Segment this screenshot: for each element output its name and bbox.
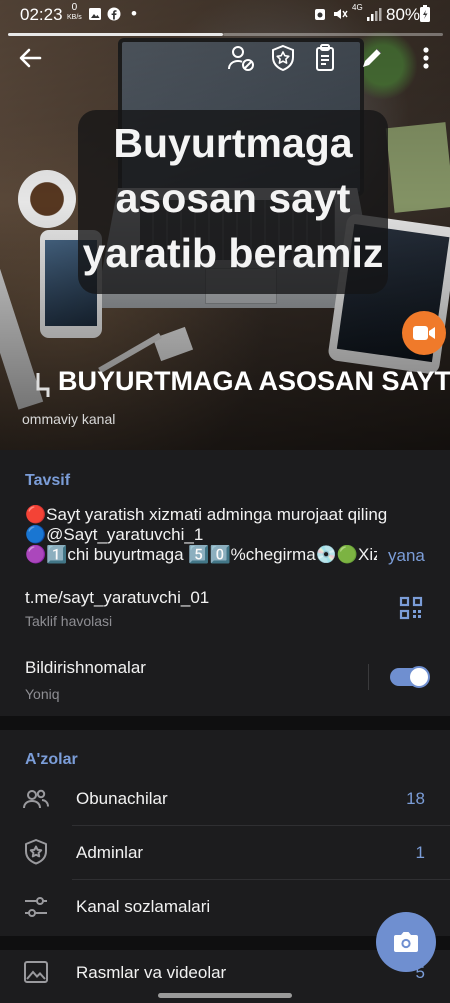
video-chat-button[interactable] [402,311,446,355]
statistics-clipboard-icon[interactable] [309,42,341,74]
read-more-link[interactable]: yana [388,546,425,566]
invite-link-caption: Taklif havolasi [25,613,113,629]
network-type: 4G [352,3,363,12]
gallery-notification-icon [89,8,101,20]
invite-link[interactable]: t.me/sayt_yaratuvchi_01 [25,588,209,608]
more-options-icon[interactable] [410,42,442,74]
cover-headline: Buyurtmaga asosan sayt yaratib beramiz [78,116,388,281]
description-line2: 🔵@Sayt_yaratuvchi_1 [25,525,204,544]
battery-percent: 80% [386,5,421,24]
pinned-leg-icon [36,373,50,397]
status-bar: 02:23 0 KB/s • 4G 80% [0,0,450,30]
alarm-icon [315,9,325,20]
network-speed: 0 KB/s [67,3,82,22]
camera-icon [394,932,418,952]
admin-shield-icon [25,839,47,865]
facebook-notification-icon [107,7,121,21]
people-icon [23,789,49,809]
edit-pencil-icon[interactable] [356,42,388,74]
media-label[interactable]: Rasmlar va videolar [76,963,226,983]
description-label: Tavsif [25,472,71,489]
story-progress-track [223,33,443,36]
subscribers-label[interactable]: Obunachilar [76,789,168,809]
notifications-state: Yoniq [25,686,60,702]
photo-gallery-icon [24,961,48,983]
network-speed-unit: KB/s [67,14,82,21]
camera-fab-button[interactable] [376,912,436,972]
settings-sliders-icon [25,897,47,917]
story-progress-bar [8,33,223,36]
cover-headline-line1: Buyurtmaga [113,120,353,166]
back-arrow-icon[interactable] [14,42,46,74]
notifications-title: Bildirishnomalar [25,658,146,677]
notifications-toggle-thumb[interactable] [408,666,430,688]
boost-star-shield-icon[interactable] [267,42,299,74]
signal-icon [367,8,382,21]
members-label: A'zolar [25,751,78,768]
admins-label[interactable]: Adminlar [76,843,143,863]
cover-headline-line3: yaratib beramiz [82,230,384,276]
status-time: 02:23 [20,5,63,24]
channel-type: ommaviy kanal [22,411,116,427]
channel-settings-label[interactable]: Kanal sozlamalari [76,897,210,917]
user-block-icon[interactable] [225,42,257,74]
more-notifications-dot: • [131,4,137,23]
description-line1: 🔴Sayt yaratish xizmati adminga murojaat … [25,505,388,524]
cover-headline-line2: asosan sayt [115,175,351,221]
network-speed-value: 0 [71,2,78,13]
battery-icon [420,5,430,22]
toggle-divider [368,664,369,690]
subscribers-count: 18 [406,789,425,808]
row-divider [72,879,450,880]
home-indicator[interactable] [158,993,292,998]
mute-icon [334,9,348,19]
description-line3: 🟣1️⃣chi buyurtmaga 5️⃣0️⃣%chegirma💿🟢Xiz [25,545,377,564]
section-gap [0,716,450,730]
video-camera-icon [413,326,435,340]
description-text[interactable]: 🔴Sayt yaratish xizmati adminga murojaat … [25,505,435,565]
qr-code-icon[interactable] [399,596,423,620]
row-divider [72,825,450,826]
admins-count: 1 [415,843,425,862]
channel-title: BUYURTMAGA ASOSAN SAYT [58,366,450,396]
